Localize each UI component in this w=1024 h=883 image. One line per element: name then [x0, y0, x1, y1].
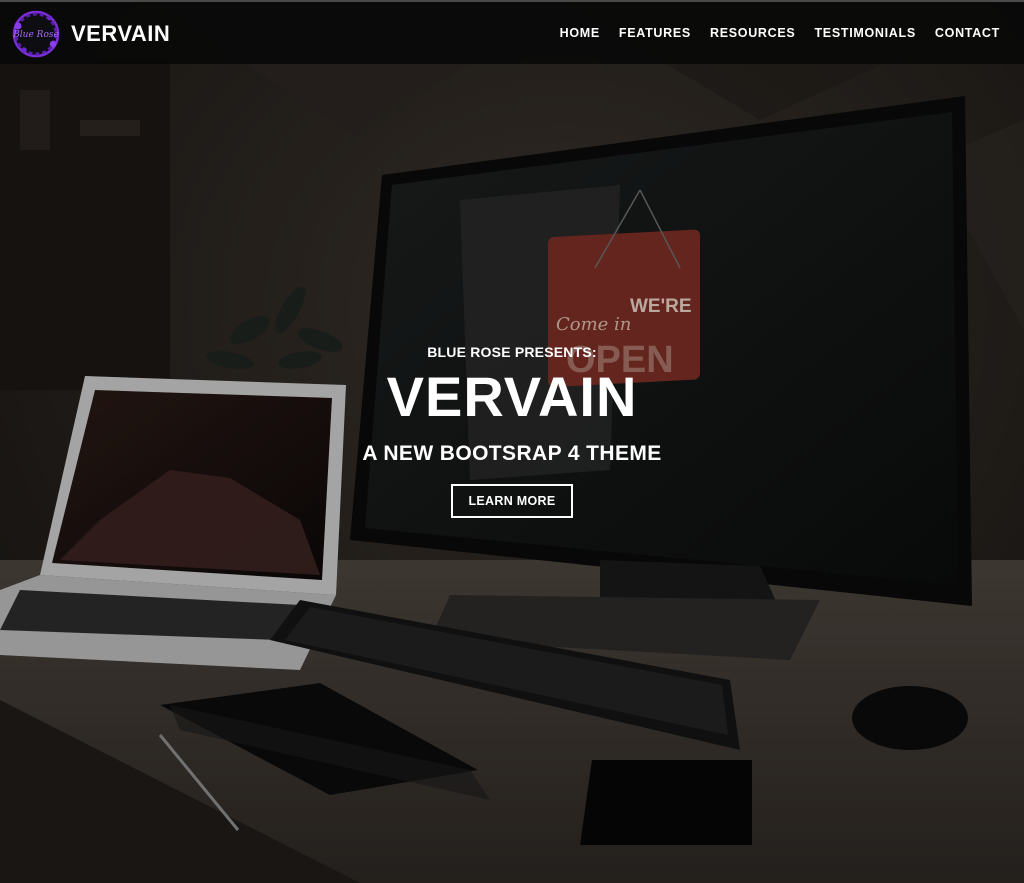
hero-content: BLUE ROSE PRESENTS: VERVAIN A NEW BOOTSR…: [0, 344, 1024, 518]
nav-resources[interactable]: RESOURCES: [710, 26, 795, 40]
nav-contact[interactable]: CONTACT: [935, 26, 1000, 40]
hero-eyebrow: BLUE ROSE PRESENTS:: [427, 344, 597, 360]
nav-testimonials[interactable]: TESTIMONIALS: [814, 26, 915, 40]
brand-name: VERVAIN: [71, 21, 171, 46]
brand-link[interactable]: Blue Rose VERVAIN: [10, 8, 170, 60]
blue-rose-logo-icon: Blue Rose: [12, 10, 60, 58]
main-nav: HOME FEATURES RESOURCES TESTIMONIALS CON…: [541, 2, 1000, 64]
hero-subtitle: A NEW BOOTSRAP 4 THEME: [362, 442, 662, 465]
nav-home[interactable]: HOME: [560, 26, 600, 40]
navbar: Blue Rose VERVAIN HOME FEATURES RESOURCE…: [0, 0, 1024, 64]
nav-features[interactable]: FEATURES: [619, 26, 691, 40]
learn-more-button[interactable]: LEARN MORE: [451, 484, 573, 518]
hero-section: Come in WE'RE OPEN BLUE ROSE PRESENTS: V…: [0, 0, 1024, 883]
svg-text:Blue Rose: Blue Rose: [12, 30, 59, 40]
hero-title: VERVAIN: [386, 365, 638, 428]
